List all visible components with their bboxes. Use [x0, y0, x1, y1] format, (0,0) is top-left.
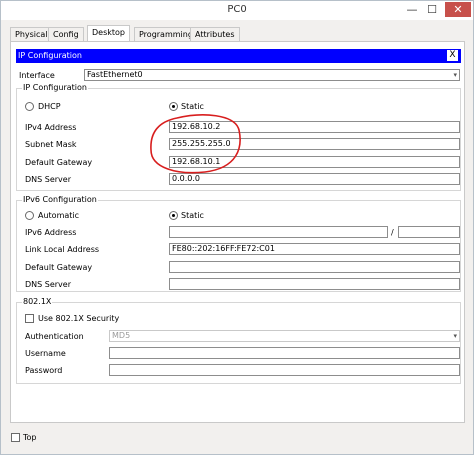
title-bar: PC0 — ☐ ✕ [1, 1, 473, 20]
dhcp-radio[interactable] [25, 102, 34, 111]
ipv4-group-title: IP Configuration [22, 83, 88, 92]
maximize-icon[interactable]: ☐ [423, 2, 441, 17]
ipv4-address-input[interactable]: 192.68.10.2 [169, 121, 460, 133]
ipv6-address-label: IPv6 Address [25, 228, 77, 237]
window: PC0 — ☐ ✕ Physical Config Desktop Progra… [0, 0, 474, 455]
subnet-mask-input[interactable]: 255.255.255.0 [169, 138, 460, 150]
username-label: Username [25, 349, 66, 358]
tab-desktop[interactable]: Desktop [87, 25, 130, 41]
default-gateway-label: Default Gateway [25, 158, 93, 167]
ipv6-dns-label: DNS Server [25, 280, 71, 289]
ipv6-address-input[interactable] [169, 226, 388, 238]
use-8021x-label: Use 802.1X Security [38, 314, 120, 323]
static-label: Static [181, 102, 204, 111]
ipv6-group-title: IPv6 Configuration [22, 195, 98, 204]
authentication-value: MD5 [112, 331, 131, 340]
ipv6-gateway-label: Default Gateway [25, 263, 93, 272]
authentication-label: Authentication [25, 332, 84, 341]
dhcp-label: DHCP [38, 102, 61, 111]
use-8021x-checkbox[interactable] [25, 314, 34, 323]
dns-server-input[interactable]: 0.0.0.0 [169, 173, 460, 185]
tab-attributes[interactable]: Attributes [190, 27, 240, 41]
password-label: Password [25, 366, 63, 375]
link-local-label: Link Local Address [25, 245, 100, 254]
authentication-select[interactable]: MD5 ▾ [109, 330, 460, 342]
ip-config-header-title: IP Configuration [18, 51, 82, 60]
ipv6-prefix-input[interactable] [398, 226, 460, 238]
close-ip-config-button[interactable]: X [447, 50, 458, 61]
ipv4-address-label: IPv4 Address [25, 123, 77, 132]
link-local-input[interactable]: FE80::202:16FF:FE72:C01 [169, 243, 460, 255]
top-label: Top [23, 433, 37, 442]
default-gateway-input[interactable]: 192.68.10.1 [169, 156, 460, 168]
interface-label: Interface [19, 71, 55, 80]
top-checkbox[interactable] [11, 433, 20, 442]
ipv6-dns-input[interactable] [169, 278, 460, 290]
close-icon[interactable]: ✕ [445, 2, 471, 17]
desktop-panel: IP Configuration X Interface FastEtherne… [10, 41, 465, 423]
username-input[interactable] [109, 347, 460, 359]
dns-server-label: DNS Server [25, 175, 71, 184]
tab-physical[interactable]: Physical [10, 27, 53, 41]
chevron-down-icon: ▾ [453, 71, 457, 79]
ipv6-static-label: Static [181, 211, 204, 220]
tab-programming[interactable]: Programming [134, 27, 198, 41]
password-input[interactable] [109, 364, 460, 376]
prefix-separator: / [391, 228, 394, 237]
subnet-mask-label: Subnet Mask [25, 140, 77, 149]
tab-config[interactable]: Config [48, 27, 84, 41]
minimize-icon[interactable]: — [403, 2, 421, 17]
ipv6-gateway-input[interactable] [169, 261, 460, 273]
ipv6-automatic-radio[interactable] [25, 211, 34, 220]
chevron-down-icon: ▾ [453, 332, 457, 340]
interface-value: FastEthernet0 [87, 70, 143, 79]
interface-select[interactable]: FastEthernet0 ▾ [84, 69, 460, 81]
ipv6-automatic-label: Automatic [38, 211, 80, 220]
ipv6-static-radio[interactable] [169, 211, 178, 220]
static-radio[interactable] [169, 102, 178, 111]
dot1x-group-title: 802.1X [22, 297, 53, 306]
ip-config-header: IP Configuration X [16, 49, 461, 63]
